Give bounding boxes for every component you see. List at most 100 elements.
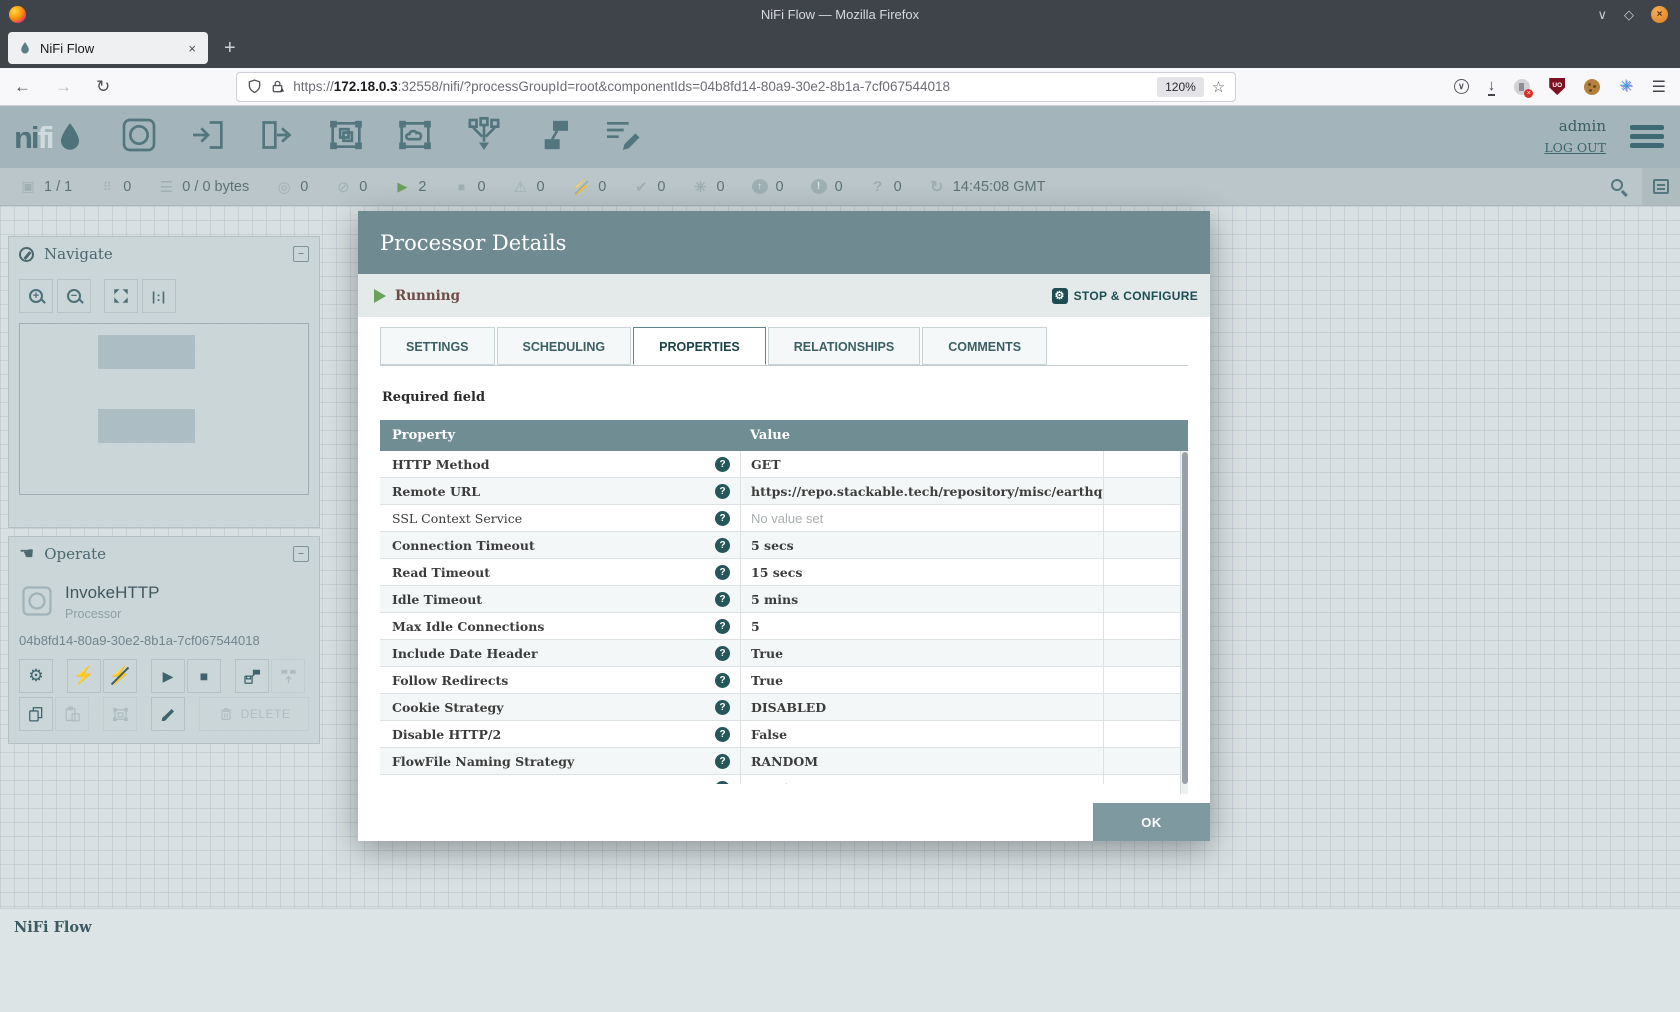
upload-template-button[interactable] [271, 659, 305, 693]
help-icon[interactable]: ? [715, 646, 730, 661]
toolbar-component[interactable] [393, 115, 437, 159]
disabled-extension-icon[interactable] [1514, 79, 1530, 95]
new-tab-button[interactable]: + [224, 37, 236, 60]
help-icon[interactable]: ? [715, 619, 730, 634]
zoom-actual-button[interactable]: |:| [142, 279, 176, 313]
color-button[interactable] [151, 697, 185, 731]
value-cell[interactable]: DISABLED [740, 694, 1103, 720]
url-bar[interactable]: https://172.18.0.3:32558/nifi/?processGr… [236, 72, 1236, 102]
search-icon[interactable] [1611, 179, 1626, 194]
dialog-tab[interactable]: SETTINGS [380, 327, 495, 365]
navigate-header[interactable]: Navigate – [9, 237, 319, 271]
url-text[interactable]: https://172.18.0.3:32558/nifi/?processGr… [293, 79, 1149, 94]
table-row[interactable]: Max Idle Connections ? 5 [380, 613, 1188, 640]
collapse-icon[interactable]: – [293, 246, 309, 262]
value-cell[interactable]: True [740, 667, 1103, 693]
bookmark-star-icon[interactable]: ☆ [1212, 78, 1225, 96]
bulletin-board-button[interactable] [1642, 168, 1680, 205]
refresh-icon[interactable]: ↻ [929, 177, 945, 197]
reload-button[interactable]: ↻ [96, 77, 110, 97]
window-restore-icon[interactable]: ◇ [1624, 8, 1634, 21]
table-row[interactable]: Cookie Strategy ? DISABLED [380, 694, 1188, 721]
downloads-icon[interactable]: ↓ [1488, 78, 1496, 96]
table-row[interactable]: SSL Context Service ? No value set [380, 505, 1188, 532]
toolbar-component[interactable] [531, 115, 575, 159]
flow-canvas[interactable]: Navigate – + − |:| ☚ Operate – InvokeHTT… [0, 206, 1680, 908]
operate-header[interactable]: ☚ Operate – [9, 537, 319, 571]
dialog-tab[interactable]: SCHEDULING [497, 327, 632, 365]
help-icon[interactable]: ? [715, 565, 730, 580]
paste-button[interactable] [55, 697, 89, 731]
table-row[interactable]: FlowFile Naming Strategy ? RANDOM [380, 748, 1188, 775]
help-icon[interactable]: ? [715, 484, 730, 499]
lock-icon[interactable] [270, 79, 285, 94]
value-cell[interactable]: True [740, 640, 1103, 666]
zoom-fit-button[interactable] [104, 279, 138, 313]
page-zoom-badge[interactable]: 120% [1157, 77, 1204, 97]
window-close-icon[interactable]: × [1651, 6, 1668, 23]
value-cell[interactable]: GET [740, 451, 1103, 477]
copy-button[interactable] [19, 697, 53, 731]
stop-button[interactable]: ■ [187, 659, 221, 693]
window-minimize-icon[interactable]: ∨ [1597, 8, 1607, 21]
colorful-extension-icon[interactable]: ✳ [1619, 79, 1632, 95]
save-template-button[interactable] [235, 659, 269, 693]
firefox-menu-icon[interactable]: ☰ [1652, 77, 1666, 97]
table-row[interactable]: Follow Redirects ? True [380, 667, 1188, 694]
start-button[interactable]: ▶ [151, 659, 185, 693]
stop-and-configure-button[interactable]: ⚙ STOP & CONFIGURE [1052, 288, 1198, 304]
help-icon[interactable]: ? [715, 673, 730, 688]
enable-button[interactable]: ⚡ [67, 659, 101, 693]
dialog-tab[interactable]: PROPERTIES [633, 327, 766, 365]
tab-close-icon[interactable]: × [186, 41, 198, 56]
help-icon[interactable]: ? [715, 538, 730, 553]
value-cell[interactable]: RANDOM [740, 748, 1103, 774]
value-cell[interactable]: 5 secs [740, 532, 1103, 558]
delete-button[interactable]: DELETE [199, 697, 309, 731]
help-icon[interactable]: ? [715, 781, 730, 785]
zoom-in-button[interactable]: + [19, 279, 53, 313]
disable-button[interactable]: ⚡ [103, 659, 137, 693]
logout-link[interactable]: LOG OUT [1544, 140, 1606, 155]
global-menu-icon[interactable] [1630, 125, 1664, 148]
value-cell[interactable]: 5 [740, 613, 1103, 639]
dialog-tab[interactable]: RELATIONSHIPS [768, 327, 920, 365]
table-row[interactable]: HTTP Method ? GET [380, 451, 1188, 478]
pocket-icon[interactable]: ∨ [1454, 79, 1469, 94]
value-cell[interactable]: False [740, 721, 1103, 747]
help-icon[interactable]: ? [715, 457, 730, 472]
toolbar-component[interactable] [117, 115, 161, 159]
toolbar-component[interactable] [186, 115, 230, 159]
dialog-tab[interactable]: COMMENTS [922, 327, 1047, 365]
value-cell[interactable]: 5 mins [740, 586, 1103, 612]
birdseye-minimap[interactable] [19, 323, 309, 495]
toolbar-component[interactable] [255, 115, 299, 159]
configure-button[interactable]: ⚙ [19, 659, 53, 693]
value-cell[interactable]: No value set [740, 505, 1103, 531]
table-row[interactable]: Disable HTTP/2 ? False [380, 721, 1188, 748]
value-cell[interactable]: https://repo.stackable.tech/repository/m… [740, 478, 1103, 504]
table-row[interactable]: Connection Timeout ? 5 secs [380, 532, 1188, 559]
toolbar-component[interactable] [600, 115, 644, 159]
cookie-extension-icon[interactable] [1584, 79, 1600, 95]
value-cell[interactable]: 15 secs [740, 559, 1103, 585]
table-row[interactable]: Read Timeout ? 15 secs [380, 559, 1188, 586]
help-icon[interactable]: ? [715, 727, 730, 742]
toolbar-component[interactable] [462, 115, 506, 159]
table-row[interactable]: Include Date Header ? True [380, 640, 1188, 667]
zoom-out-button[interactable]: − [57, 279, 91, 313]
help-icon[interactable]: ? [715, 754, 730, 769]
collapse-icon[interactable]: – [293, 546, 309, 562]
table-scrollbar[interactable] [1180, 451, 1188, 794]
toolbar-component[interactable] [324, 115, 368, 159]
table-row[interactable]: Idle Timeout ? 5 mins [380, 586, 1188, 613]
browser-tab[interactable]: NiFi Flow × [8, 32, 208, 64]
shield-icon[interactable] [247, 79, 262, 94]
ublock-origin-icon[interactable]: UO [1549, 78, 1565, 95]
table-row[interactable]: Remote URL ? https://repo.stackable.tech… [380, 478, 1188, 505]
group-button[interactable] [103, 697, 137, 731]
forward-button[interactable]: → [55, 77, 72, 97]
scrollbar-thumb[interactable] [1182, 452, 1188, 784]
help-icon[interactable]: ? [715, 700, 730, 715]
help-icon[interactable]: ? [715, 511, 730, 526]
